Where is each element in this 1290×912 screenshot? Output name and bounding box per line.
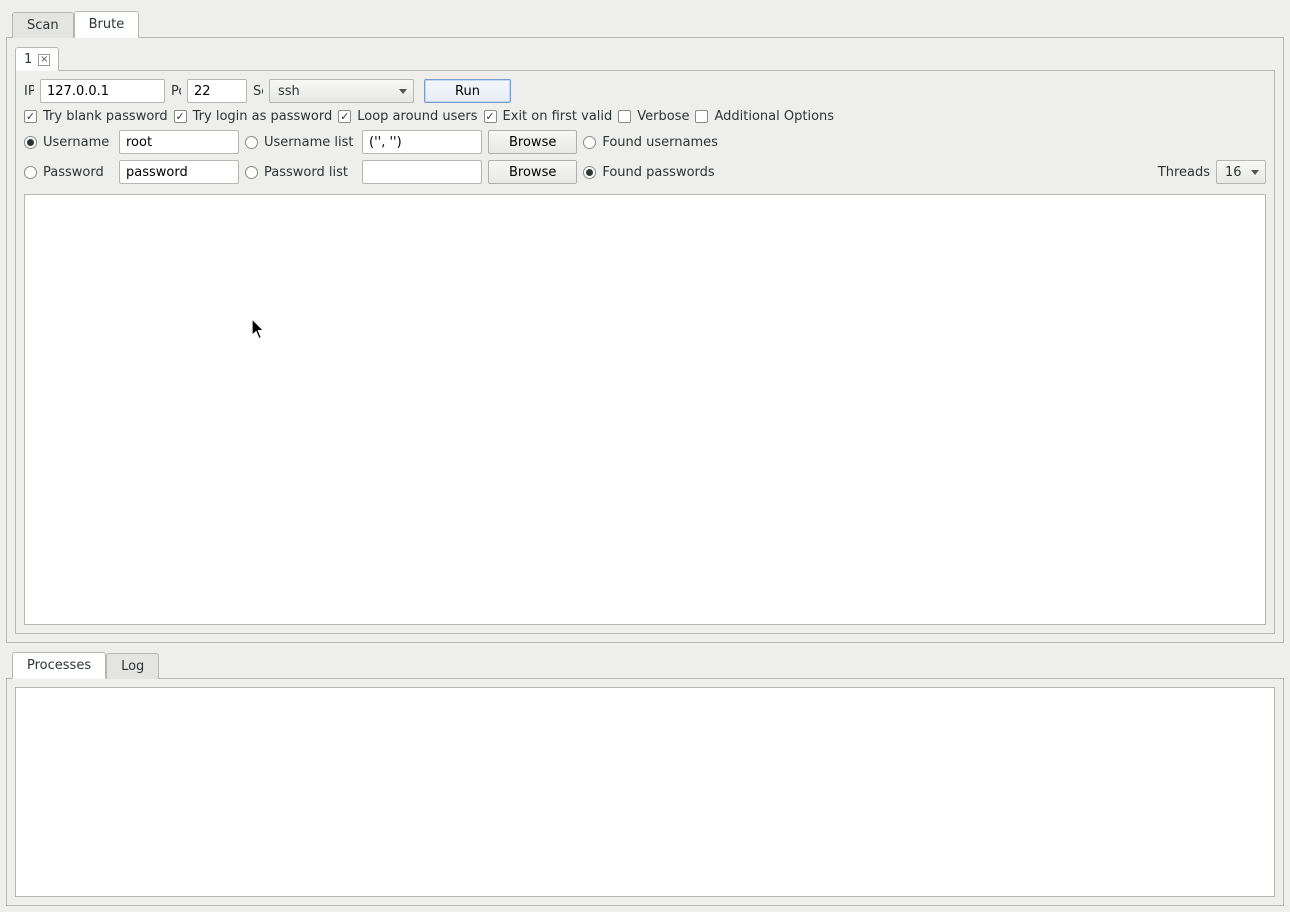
brute-output[interactable]: [24, 194, 1266, 625]
tab-log-label: Log: [121, 659, 144, 674]
username-radio-label: Username: [43, 135, 113, 150]
password-row: Password Password list Browse Found pass…: [24, 160, 1266, 184]
tab-log[interactable]: Log: [106, 653, 159, 679]
bottom-panel: [6, 678, 1284, 906]
chevron-down-icon: [1251, 170, 1259, 175]
port-label: Port: [171, 84, 181, 99]
verbose-checkbox[interactable]: Verbose: [618, 109, 689, 124]
service-select-value: ssh: [278, 84, 300, 99]
found-passwords-label: Found passwords: [602, 165, 714, 180]
threads-value: 16: [1225, 165, 1242, 180]
additional-options-label: Additional Options: [714, 109, 834, 124]
threads-select[interactable]: 16: [1216, 160, 1266, 184]
tab-brute[interactable]: Brute: [74, 11, 140, 38]
chevron-down-icon: [399, 89, 407, 94]
login-as-password-checkbox[interactable]: Try login as password: [174, 109, 333, 124]
username-browse-label: Browse: [509, 135, 556, 150]
username-list-radio-label: Username list: [264, 135, 356, 150]
username-radio[interactable]: Username: [24, 135, 113, 150]
checkbox-icon: [338, 110, 351, 123]
password-radio-label: Password: [43, 165, 113, 180]
radio-icon: [583, 136, 596, 149]
try-blank-label: Try blank password: [43, 109, 168, 124]
options-row: Try blank password Try login as password…: [24, 109, 1266, 124]
password-browse-label: Browse: [509, 165, 556, 180]
bottom-tabstrip: Processes Log: [12, 651, 1284, 678]
run-button-label: Run: [455, 84, 480, 99]
top-tabstrip: Scan Brute: [12, 10, 1284, 37]
checkbox-icon: [484, 110, 497, 123]
username-list-radio[interactable]: Username list: [245, 135, 356, 150]
username-input[interactable]: [119, 130, 239, 154]
target-row: IP Port Service ssh Run: [24, 79, 1266, 103]
exit-first-checkbox[interactable]: Exit on first valid: [484, 109, 613, 124]
session-panel: IP Port Service ssh Run: [15, 70, 1275, 634]
port-input[interactable]: [187, 79, 247, 103]
found-usernames-radio[interactable]: Found usernames: [583, 135, 718, 150]
checkbox-icon: [174, 110, 187, 123]
radio-icon: [583, 166, 596, 179]
service-label: Service: [253, 84, 263, 99]
service-select[interactable]: ssh: [269, 79, 414, 103]
radio-icon: [24, 136, 37, 149]
password-list-input[interactable]: [362, 160, 482, 184]
tab-brute-label: Brute: [89, 17, 125, 32]
password-list-radio-label: Password list: [264, 165, 356, 180]
found-usernames-label: Found usernames: [602, 135, 718, 150]
additional-options-checkbox[interactable]: Additional Options: [695, 109, 834, 124]
loop-users-label: Loop around users: [357, 109, 477, 124]
tab-processes[interactable]: Processes: [12, 652, 106, 679]
checkbox-icon: [24, 110, 37, 123]
run-button[interactable]: Run: [424, 79, 511, 103]
radio-icon: [24, 166, 37, 179]
password-browse-button[interactable]: Browse: [488, 160, 577, 184]
username-row: Username Username list Browse Found user…: [24, 130, 1266, 154]
found-passwords-radio[interactable]: Found passwords: [583, 165, 714, 180]
ip-label: IP: [24, 84, 34, 99]
radio-icon: [245, 166, 258, 179]
processes-output[interactable]: [15, 687, 1275, 897]
verbose-label: Verbose: [637, 109, 689, 124]
close-icon[interactable]: ×: [38, 54, 50, 66]
tab-scan[interactable]: Scan: [12, 12, 74, 38]
radio-icon: [245, 136, 258, 149]
session-tab-1[interactable]: 1 ×: [15, 47, 59, 71]
session-tabstrip: 1 ×: [15, 46, 1283, 70]
password-input[interactable]: [119, 160, 239, 184]
checkbox-icon: [695, 110, 708, 123]
password-list-radio[interactable]: Password list: [245, 165, 356, 180]
brute-panel: 1 × IP Port Service ssh R: [6, 37, 1284, 643]
password-radio[interactable]: Password: [24, 165, 113, 180]
username-list-input[interactable]: [362, 130, 482, 154]
tab-scan-label: Scan: [27, 18, 59, 33]
username-browse-button[interactable]: Browse: [488, 130, 577, 154]
loop-users-checkbox[interactable]: Loop around users: [338, 109, 477, 124]
session-tab-label: 1: [24, 52, 32, 67]
threads-label: Threads: [1158, 165, 1210, 180]
checkbox-icon: [618, 110, 631, 123]
exit-first-label: Exit on first valid: [503, 109, 613, 124]
tab-processes-label: Processes: [27, 658, 91, 673]
ip-input[interactable]: [40, 79, 165, 103]
login-as-password-label: Try login as password: [193, 109, 333, 124]
try-blank-checkbox[interactable]: Try blank password: [24, 109, 168, 124]
